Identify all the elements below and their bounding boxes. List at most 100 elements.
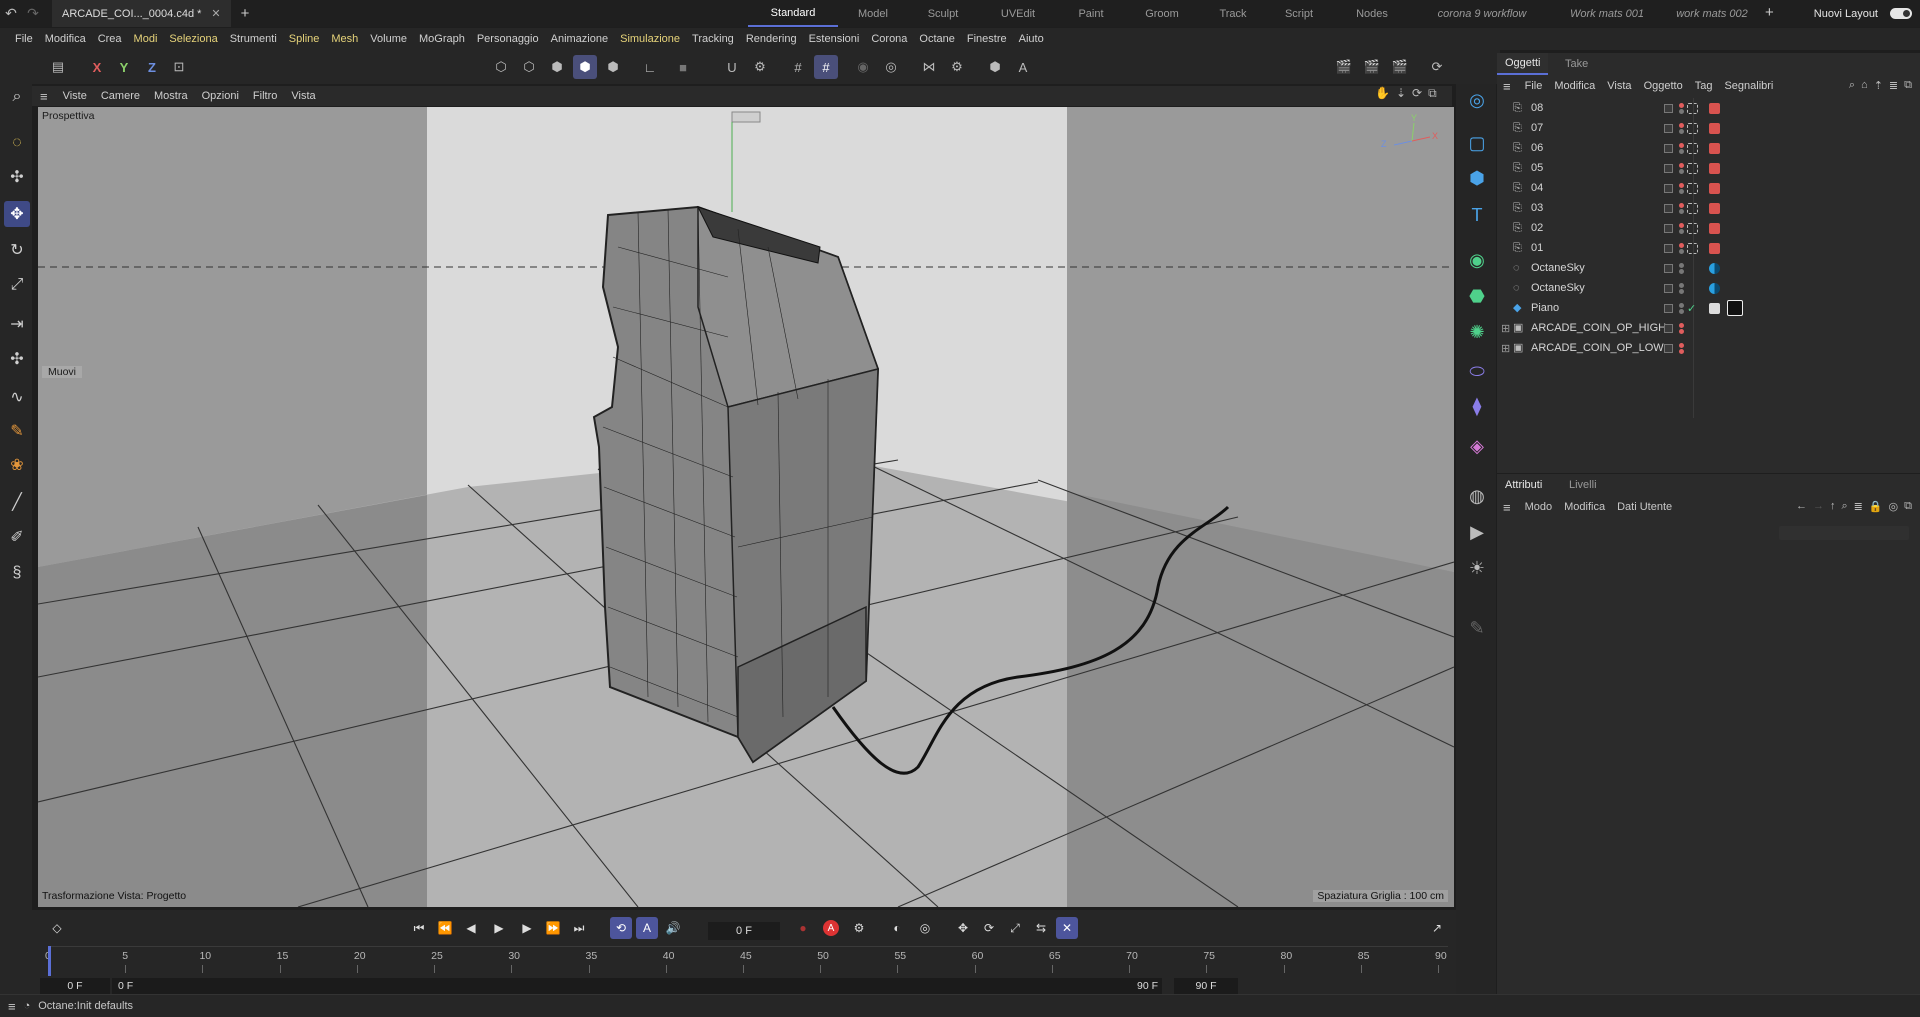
render-picture-viewer-icon[interactable]: 🎬 (1360, 55, 1384, 79)
layout-tab-sculpt[interactable]: Sculpt (908, 0, 978, 27)
viewport-menu-camere[interactable]: Camere (94, 90, 147, 102)
object-row-camera[interactable]: ⎘ 06 (1497, 138, 1920, 158)
object-row-camera[interactable]: ⎘ 01 (1497, 238, 1920, 258)
menu-tracking[interactable]: Tracking (686, 33, 740, 45)
target-tag-icon[interactable] (1687, 202, 1698, 214)
attributes-menu-dati-utente[interactable]: Dati Utente (1611, 501, 1678, 513)
knife-tool-icon[interactable]: ✐ (4, 524, 30, 550)
menu-animazione[interactable]: Animazione (545, 33, 614, 45)
spline-object-icon[interactable]: ▢ (1463, 129, 1491, 157)
sound-icon[interactable]: 🔊 (662, 917, 684, 939)
attributes-menu-modo[interactable]: Modo (1519, 501, 1559, 513)
up-icon[interactable]: ↑ (1830, 500, 1836, 513)
attributes-menu-modifica[interactable]: Modifica (1558, 501, 1611, 513)
layout-tab-nodes[interactable]: Nodes (1332, 0, 1412, 27)
octane-environment-tag-icon[interactable] (1709, 262, 1720, 274)
render-visibility-dot[interactable] (1679, 229, 1684, 234)
edges-mode-icon[interactable]: ⬡ (517, 55, 541, 79)
new-tab-icon[interactable]: + (241, 5, 250, 22)
model-mode-icon[interactable]: ▤ (46, 55, 70, 79)
go-to-end-icon[interactable]: ⏭ (568, 917, 590, 939)
range-start-field[interactable]: 0 F (40, 978, 110, 994)
expand-icon[interactable]: ⧉ (1904, 500, 1912, 513)
settings-icon[interactable]: ◎ (1889, 500, 1899, 513)
render-visibility-dot[interactable] (1679, 329, 1684, 334)
effector-icon[interactable]: ✺ (1463, 318, 1491, 346)
octane-camera-tag-icon[interactable] (1709, 182, 1720, 194)
pan-icon[interactable]: ✋ (1375, 86, 1390, 101)
tab-layers[interactable]: Livelli (1561, 474, 1605, 496)
editor-visibility-dot[interactable] (1679, 283, 1684, 288)
snap-icon[interactable]: U (720, 55, 744, 79)
menu-simulazione[interactable]: Simulazione (614, 33, 686, 45)
render-visibility-dot[interactable] (1679, 249, 1684, 254)
layout-tab-track[interactable]: Track (1200, 0, 1266, 27)
back-icon[interactable]: ← (1796, 500, 1807, 513)
zoom-icon[interactable]: ⇣ (1396, 86, 1406, 101)
layout-tab-paint[interactable]: Paint (1058, 0, 1124, 27)
object-name[interactable]: 01 (1531, 242, 1543, 254)
next-key-icon[interactable]: ⏩ (542, 917, 564, 939)
expand-icon[interactable]: ⊞ (1501, 342, 1510, 355)
layer-checkbox[interactable] (1664, 163, 1673, 173)
close-tab-icon[interactable]: ✕ (211, 7, 220, 20)
target-tag-icon[interactable] (1687, 222, 1698, 234)
brush-tool-icon[interactable]: ╱ (4, 489, 30, 515)
object-row-camera[interactable]: ⎘ 04 (1497, 178, 1920, 198)
tab-attributes[interactable]: Attributi (1497, 474, 1550, 496)
tab-take[interactable]: Take (1557, 53, 1596, 75)
object-row-camera[interactable]: ⎘ 07 (1497, 118, 1920, 138)
brush-disabled-icon[interactable]: ✎ (1463, 614, 1491, 642)
param-key-icon[interactable]: ⇆ (1030, 917, 1052, 939)
keyframe-settings-icon[interactable]: ⚙ (848, 917, 870, 939)
octane-camera-tag-icon[interactable] (1709, 242, 1720, 254)
object-name[interactable]: Piano (1531, 302, 1559, 314)
home-icon[interactable]: ⌂ (1861, 79, 1868, 92)
pen-tool-icon[interactable]: ✎ (4, 418, 30, 444)
scale-tool-icon[interactable]: ⤢ (4, 272, 30, 298)
menu-volume[interactable]: Volume (364, 33, 413, 45)
menu-file[interactable]: File (9, 33, 39, 45)
add-layout-icon[interactable]: + (1765, 4, 1774, 21)
hamburger-icon[interactable]: ≡ (1497, 79, 1519, 94)
text-object-icon[interactable]: T (1463, 201, 1491, 229)
redo-icon[interactable]: ↷ (22, 5, 44, 22)
workplane-grid-icon[interactable]: # (814, 55, 838, 79)
object-mode-icon[interactable]: ⬢ (573, 55, 597, 79)
keyframe-icon[interactable]: ◇ (46, 917, 68, 939)
range-end-preview[interactable]: 90 F (1100, 978, 1164, 994)
editor-visibility-dot[interactable] (1679, 143, 1684, 148)
editor-visibility-dot[interactable] (1679, 103, 1684, 108)
environment-icon[interactable]: ◍ (1463, 482, 1491, 510)
object-name[interactable]: ARCADE_COIN_OP_HIGH (1531, 322, 1666, 334)
object-name[interactable]: 07 (1531, 122, 1543, 134)
render-settings-icon[interactable]: 🎬 (1388, 55, 1412, 79)
enabled-check-icon[interactable]: ✓ (1687, 302, 1696, 315)
layout-tab-standard[interactable]: Standard (748, 0, 838, 27)
search-icon[interactable]: ⌕ (1849, 79, 1855, 92)
octane-camera-tag-icon[interactable] (1709, 202, 1720, 214)
hamburger-icon[interactable]: ≡ (1497, 500, 1519, 515)
render-region-icon[interactable]: ◎ (879, 55, 903, 79)
object-name[interactable]: ARCADE_COIN_OP_LOW (1531, 342, 1664, 354)
layer-checkbox[interactable] (1664, 263, 1673, 273)
move-tool-icon[interactable]: ✥ (4, 201, 30, 227)
object-name[interactable]: OctaneSky (1531, 282, 1585, 294)
range-start-preview[interactable]: 0 F (112, 978, 1162, 994)
lock-icon[interactable]: ⬢ (983, 55, 1007, 79)
texture-tag-icon[interactable] (1709, 302, 1720, 314)
object-row-null[interactable]: ⊞ ▣ ARCADE_COIN_OP_LOW (1497, 338, 1920, 358)
uv-mode-icon[interactable]: ⬢ (601, 55, 625, 79)
cube-object-icon[interactable]: ⬢ (1463, 164, 1491, 192)
menu-rendering[interactable]: Rendering (740, 33, 803, 45)
render-visibility-dot[interactable] (1679, 269, 1684, 274)
spline-tool-icon[interactable]: ∿ (4, 384, 30, 410)
octane-environment-tag-icon[interactable] (1709, 282, 1720, 294)
viewport-menu-opzioni[interactable]: Opzioni (195, 90, 246, 102)
next-frame-icon[interactable]: ▶ (516, 917, 538, 939)
move-tool-settings-icon[interactable]: ✣ (4, 164, 30, 190)
rotate-tool-icon[interactable]: ↻ (4, 237, 30, 263)
menu-spline[interactable]: Spline (283, 33, 326, 45)
octane-camera-tag-icon[interactable] (1709, 142, 1720, 154)
layer-checkbox[interactable] (1664, 303, 1673, 313)
